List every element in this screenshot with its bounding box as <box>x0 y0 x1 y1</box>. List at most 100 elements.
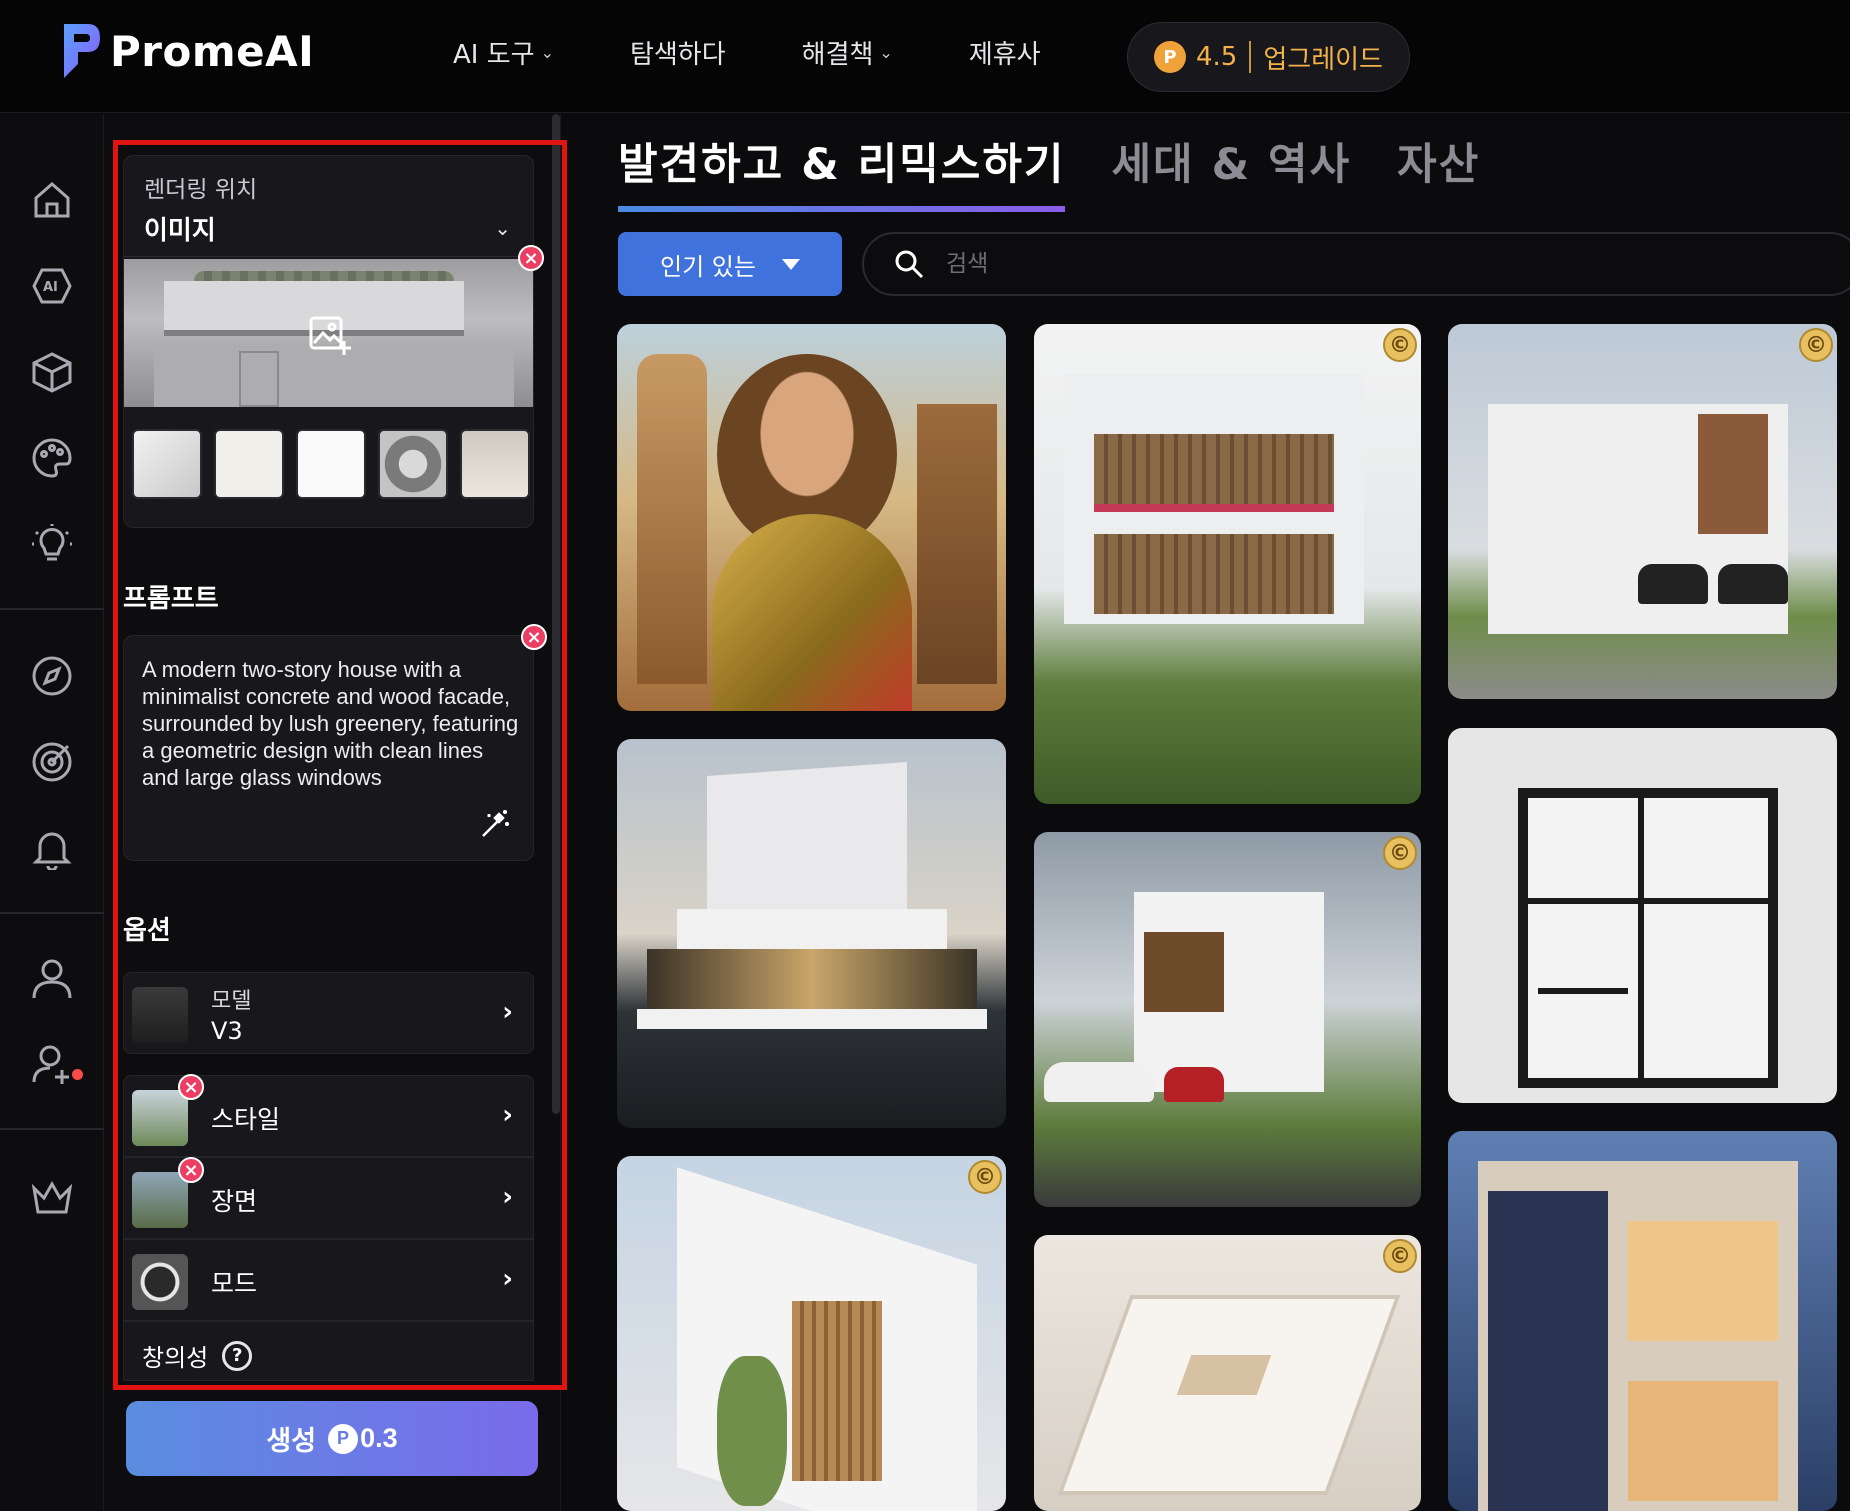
sort-label: 인기 있는 <box>660 252 756 281</box>
image-add-icon[interactable] <box>308 315 352 355</box>
image-detail <box>712 514 912 711</box>
nav-ai-tools-label: AI 도구 <box>453 40 535 70</box>
nav-affiliates[interactable]: 제휴사 <box>969 34 1041 71</box>
prompt-text[interactable]: A modern two-story house with a minimali… <box>142 656 522 791</box>
gallery-image-modern-villa[interactable]: © <box>1448 324 1837 699</box>
upgrade-link[interactable]: 업그레이드 <box>1263 39 1383 76</box>
image-detail <box>1528 898 1768 904</box>
nav-solutions[interactable]: 해결책 ⌄ <box>802 34 893 71</box>
crown-icon[interactable] <box>30 1176 74 1220</box>
palette-icon[interactable] <box>30 436 74 480</box>
ai-icon[interactable]: AI <box>30 264 74 308</box>
nav-explore-label: 탐색하다 <box>629 40 726 70</box>
tab-generation-history[interactable]: 세대 & 역사 <box>1111 130 1351 212</box>
thumbnail-interior[interactable] <box>132 429 202 499</box>
gallery-image-white-house[interactable]: © <box>617 1156 1006 1511</box>
image-detail <box>637 1009 987 1029</box>
nav-explore[interactable]: 탐색하다 <box>630 34 726 71</box>
copyright-badge-icon: © <box>1383 836 1417 870</box>
style-thumbnail <box>132 1090 188 1146</box>
model-value: V3 <box>211 1017 243 1045</box>
search-bar[interactable] <box>862 232 1850 296</box>
gallery-image-warrior[interactable] <box>617 324 1006 711</box>
image-detail <box>637 354 707 684</box>
image-detail <box>1057 1295 1401 1495</box>
thumbnail-ornament[interactable] <box>378 429 448 499</box>
image-detail <box>1094 534 1334 614</box>
copyright-badge-icon: © <box>1383 1239 1417 1273</box>
credit-coin-icon: P <box>1154 41 1186 73</box>
panel-scrollbar[interactable] <box>552 114 560 1114</box>
lightbulb-icon[interactable] <box>30 522 74 566</box>
scene-label: 장면 <box>211 1187 258 1216</box>
compass-icon[interactable] <box>30 654 74 698</box>
tab-discover-remix[interactable]: 발견하고 & 리믹스하기 <box>618 130 1066 212</box>
gallery-image-cube-house[interactable] <box>617 739 1006 1128</box>
search-input[interactable] <box>946 251 1546 277</box>
reference-image[interactable] <box>124 259 533 407</box>
caret-down-icon <box>781 258 800 270</box>
image-detail <box>717 1356 787 1506</box>
render-source-card: 렌더링 위치 이미지 ⌄ <box>123 155 534 528</box>
prompt-box[interactable]: A modern two-story house with a minimali… <box>123 635 534 861</box>
model-option[interactable]: 모델 V3 › <box>123 972 534 1054</box>
copyright-badge-icon: © <box>1799 328 1833 362</box>
rail-divider <box>0 912 104 914</box>
image-detail <box>647 949 977 1009</box>
image-detail <box>239 351 279 407</box>
sort-dropdown[interactable]: 인기 있는 <box>618 232 842 296</box>
remove-image-icon[interactable]: × <box>518 245 544 271</box>
render-value: 이미지 <box>144 216 216 246</box>
main-nav: AI 도구 ⌄ 탐색하다 해결책 ⌄ 제휴사 <box>453 34 1117 71</box>
gallery-image-wood-house[interactable]: © <box>1034 324 1421 804</box>
generate-cost: P 0.3 <box>328 1423 398 1454</box>
user-add-icon[interactable] <box>30 1042 74 1086</box>
rail-divider <box>0 1128 104 1130</box>
user-icon[interactable] <box>30 956 74 1000</box>
nav-solutions-label: 해결책 <box>801 40 874 70</box>
image-detail <box>1164 1067 1224 1102</box>
thumbnail-sketch[interactable] <box>214 429 284 499</box>
gallery-image-floor-model[interactable]: © <box>1034 1235 1421 1511</box>
remove-style-icon[interactable]: × <box>178 1074 204 1100</box>
image-detail <box>1628 1381 1778 1501</box>
gallery-image-villa-facade[interactable] <box>1448 1131 1837 1511</box>
image-detail <box>677 909 947 949</box>
cube-icon[interactable] <box>30 350 74 394</box>
remove-scene-icon[interactable]: × <box>178 1157 204 1183</box>
options-title: 옵션 <box>123 916 171 946</box>
top-bar: PromeAI AI 도구 ⌄ 탐색하다 해결책 ⌄ 제휴사 P 4.5 업그레… <box>0 0 1850 113</box>
clear-prompt-icon[interactable]: × <box>521 624 547 650</box>
model-label: 모델 <box>211 989 252 1014</box>
thumbnail-room[interactable] <box>460 429 530 499</box>
image-detail <box>1628 1221 1778 1341</box>
thumbnail-drone[interactable] <box>296 429 366 499</box>
upgrade-pill[interactable]: P 4.5 업그레이드 <box>1127 22 1410 92</box>
copyright-badge-icon: © <box>1383 328 1417 362</box>
magic-wand-icon[interactable] <box>479 808 511 840</box>
generate-label: 생성 <box>266 1426 317 1456</box>
creativity-label: 창의성 <box>142 1344 209 1372</box>
target-icon[interactable] <box>30 740 74 784</box>
logo[interactable]: PromeAI <box>58 20 314 82</box>
image-detail <box>1094 434 1334 504</box>
style-label: 스타일 <box>211 1105 281 1134</box>
model-thumbnail <box>132 987 188 1043</box>
chevron-down-icon: ⌄ <box>494 216 511 240</box>
mode-option[interactable]: 모드 › <box>123 1239 534 1321</box>
image-detail <box>1698 414 1768 534</box>
help-icon[interactable]: ? <box>222 1340 253 1371</box>
image-detail <box>1518 788 1778 1088</box>
chevron-right-icon: › <box>502 1100 513 1130</box>
nav-ai-tools[interactable]: AI 도구 ⌄ <box>453 34 554 71</box>
generate-button[interactable]: 생성 P 0.3 <box>126 1401 538 1476</box>
gallery-image-floor-plan[interactable] <box>1448 728 1837 1103</box>
home-icon[interactable] <box>30 178 74 222</box>
bell-icon[interactable] <box>30 826 74 870</box>
credit-coin-icon: P <box>328 1423 359 1454</box>
tab-assets[interactable]: 자산 <box>1397 130 1480 212</box>
reference-thumbnails <box>132 429 530 499</box>
search-icon <box>895 250 924 279</box>
copyright-badge-icon: © <box>968 1160 1002 1194</box>
gallery-image-palm-house[interactable]: © <box>1034 832 1421 1207</box>
